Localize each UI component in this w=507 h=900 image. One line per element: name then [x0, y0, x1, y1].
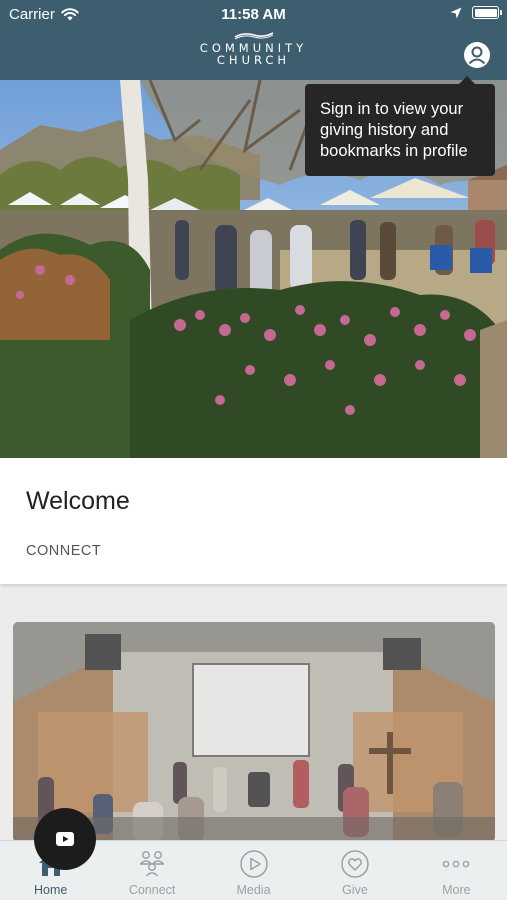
- welcome-card: Welcome CONNECT: [0, 458, 507, 584]
- media-card[interactable]: [13, 622, 495, 842]
- sign-in-tooltip[interactable]: Sign in to view your giving history and …: [305, 76, 495, 176]
- more-dots-icon: [443, 860, 470, 868]
- tab-connect-label: Connect: [128, 883, 176, 897]
- tab-media-label: Media: [236, 883, 271, 897]
- app-header: Carrier 11:58 AM COMMUNITY CHURCH: [0, 0, 507, 80]
- user-circle-icon[interactable]: [463, 41, 491, 69]
- welcome-title: Welcome: [26, 487, 130, 515]
- tab-give[interactable]: Give: [304, 841, 405, 900]
- tab-media[interactable]: Media: [203, 841, 304, 900]
- tab-home-label: Home: [34, 883, 68, 897]
- logo-mark-icon: [234, 32, 273, 40]
- tab-more[interactable]: More: [406, 841, 507, 900]
- logo-text-line2: CHURCH: [216, 53, 291, 67]
- status-indicators: [450, 6, 502, 19]
- battery-icon: [472, 6, 502, 19]
- status-time: 11:58 AM: [221, 6, 286, 23]
- play-icon: [56, 832, 74, 846]
- church-logo[interactable]: COMMUNITY CHURCH: [0, 32, 507, 66]
- tab-more-label: More: [442, 883, 471, 897]
- play-button[interactable]: [34, 808, 96, 870]
- tab-connect[interactable]: Connect: [101, 841, 202, 900]
- worship-service-photo: [13, 622, 495, 842]
- people-icon: [140, 851, 165, 877]
- location-arrow-icon: [450, 7, 462, 18]
- tooltip-text: Sign in to view your giving history and …: [320, 100, 468, 160]
- status-bar: Carrier 11:58 AM: [0, 0, 507, 28]
- connect-link[interactable]: CONNECT: [26, 543, 101, 559]
- heart-circle-icon: [341, 850, 369, 878]
- play-circle-icon: [239, 850, 268, 878]
- tab-give-label: Give: [342, 883, 368, 897]
